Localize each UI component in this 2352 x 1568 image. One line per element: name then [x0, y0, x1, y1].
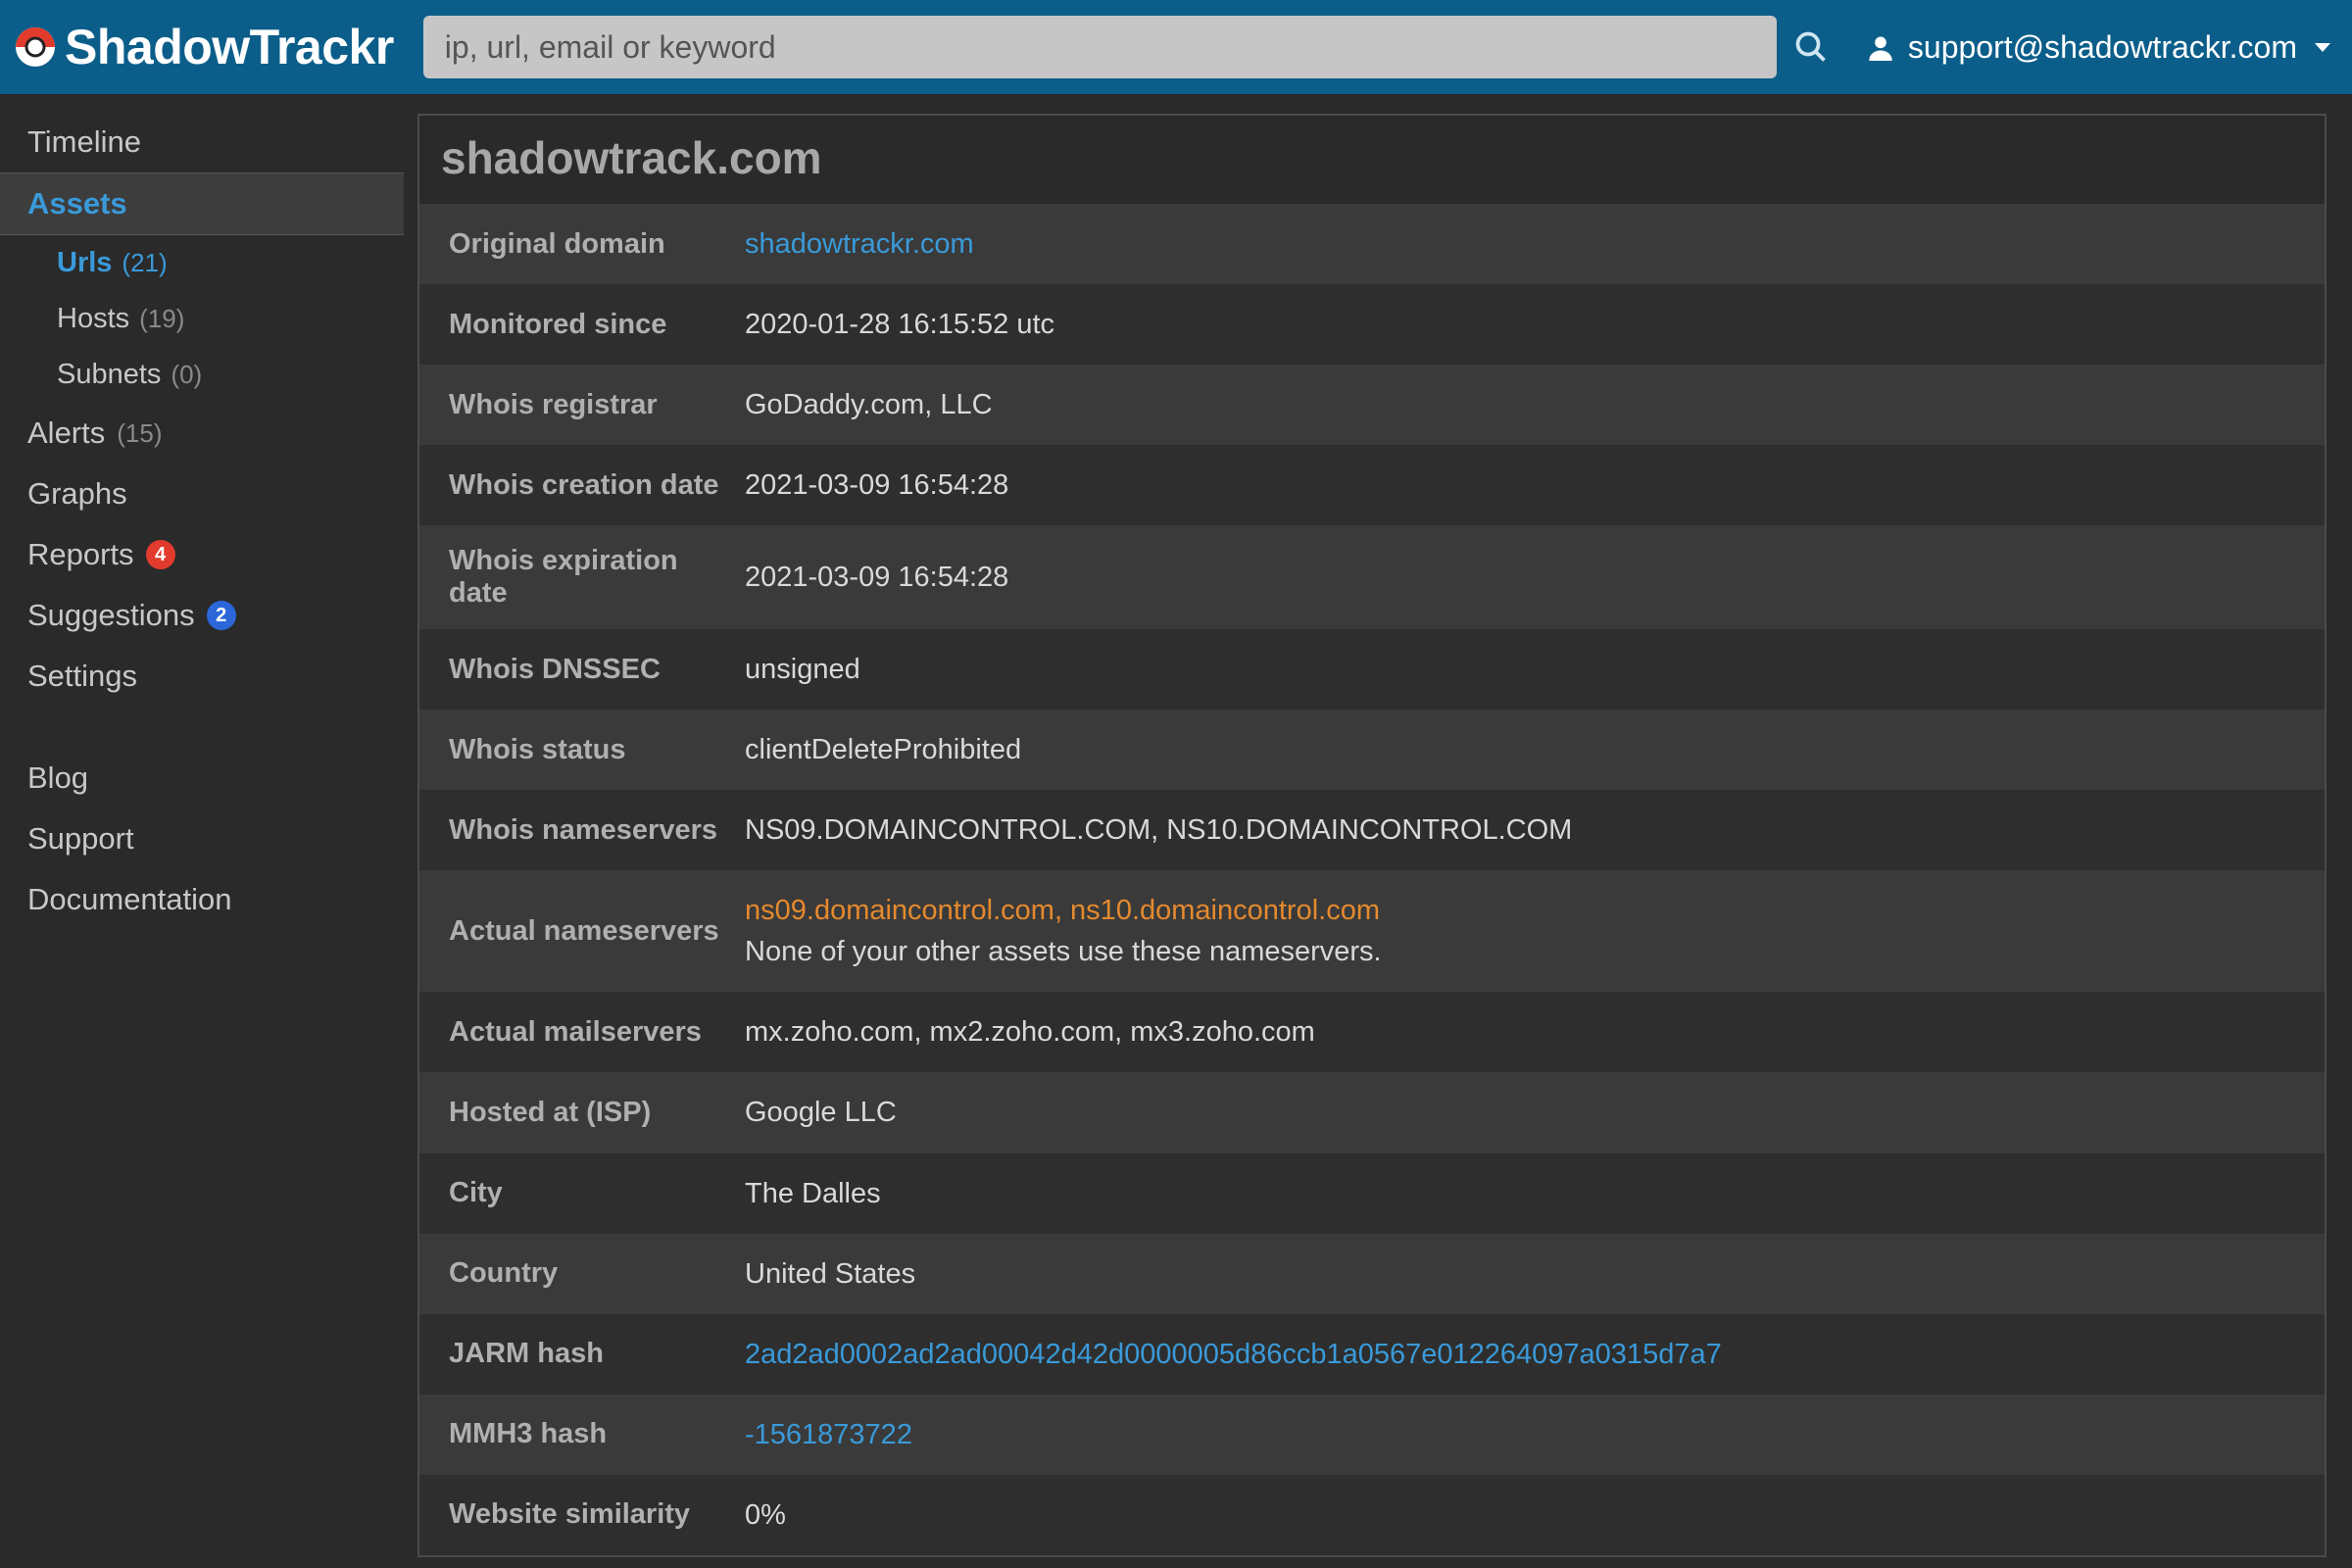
row-value: Google LLC [735, 1072, 2325, 1152]
actual-nameservers-note: None of your other assets use these name… [745, 936, 1382, 967]
sidebar-sub-label: Urls [57, 247, 112, 279]
row-whois-registrar: Whois registrar GoDaddy.com, LLC [419, 365, 2325, 445]
row-label: Actual mailservers [419, 997, 735, 1068]
topbar: ShadowTrackr support@shadowtrackr.com [0, 0, 2352, 94]
row-label: MMH3 hash [419, 1398, 735, 1470]
badge-suggestions: 2 [207, 601, 236, 630]
sidebar-item-label: Suggestions [27, 598, 195, 633]
sidebar-item-suggestions[interactable]: Suggestions 2 [0, 585, 404, 646]
brand-name: ShadowTrackr [65, 19, 394, 75]
actual-nameservers-link[interactable]: ns09.domaincontrol.com, ns10.domaincontr… [745, 895, 1380, 926]
sidebar-item-support[interactable]: Support [0, 808, 404, 869]
sidebar-item-label: Alerts [27, 416, 105, 451]
row-label: Whois registrar [419, 369, 735, 441]
row-value: NS09.DOMAINCONTROL.COM, NS10.DOMAINCONTR… [735, 790, 2325, 870]
row-label: Actual nameservers [419, 896, 735, 967]
user-menu[interactable]: support@shadowtrackr.com [1867, 29, 2334, 66]
row-whois-creation: Whois creation date 2021-03-09 16:54:28 [419, 445, 2325, 525]
sidebar-sub-label: Subnets [57, 359, 161, 391]
row-label: Whois nameservers [419, 795, 735, 866]
row-hosted-at: Hosted at (ISP) Google LLC [419, 1072, 2325, 1152]
sidebar-item-assets[interactable]: Assets [0, 172, 404, 235]
row-label: JARM hash [419, 1318, 735, 1390]
row-label: Website similarity [419, 1479, 735, 1550]
row-value: unsigned [735, 629, 2325, 710]
row-value: United States [735, 1234, 2325, 1314]
sidebar-sub-label: Hosts [57, 303, 129, 335]
row-value: clientDeleteProhibited [735, 710, 2325, 790]
row-monitored-since: Monitored since 2020-01-28 16:15:52 utc [419, 284, 2325, 365]
search-icon [1793, 29, 1829, 65]
row-whois-status: Whois status clientDeleteProhibited [419, 710, 2325, 790]
row-label: Monitored since [419, 289, 735, 361]
user-icon [1867, 33, 1894, 61]
row-label: Whois status [419, 714, 735, 786]
sidebar-sub-count: (19) [139, 304, 184, 334]
sidebar-sub-count: (0) [171, 360, 202, 390]
row-whois-nameservers: Whois nameservers NS09.DOMAINCONTROL.COM… [419, 790, 2325, 870]
sidebar-item-alerts[interactable]: Alerts (15) [0, 403, 404, 464]
row-label: Whois creation date [419, 450, 735, 521]
row-original-domain: Original domain shadowtrackr.com [419, 204, 2325, 284]
row-value: GoDaddy.com, LLC [735, 365, 2325, 445]
row-label: City [419, 1157, 735, 1229]
sidebar-item-documentation[interactable]: Documentation [0, 869, 404, 930]
row-country: Country United States [419, 1234, 2325, 1314]
user-email: support@shadowtrackr.com [1908, 29, 2297, 66]
brand-logo[interactable]: ShadowTrackr [14, 19, 394, 75]
page-title: shadowtrack.com [419, 116, 2325, 204]
row-jarm-hash: JARM hash 2ad2ad0002ad2ad00042d42d000000… [419, 1314, 2325, 1395]
row-value: The Dalles [735, 1153, 2325, 1234]
search-wrap [423, 16, 1845, 78]
sidebar-sub-hosts[interactable]: Hosts (19) [0, 291, 404, 347]
row-value: 2021-03-09 16:54:28 [735, 537, 2325, 617]
sidebar: Timeline Assets Urls (21) Hosts (19) Sub… [0, 94, 404, 1568]
sidebar-item-graphs[interactable]: Graphs [0, 464, 404, 524]
row-label: Whois DNSSEC [419, 634, 735, 706]
mmh3-hash-link[interactable]: -1561873722 [745, 1419, 912, 1450]
row-city: City The Dalles [419, 1153, 2325, 1234]
row-label: Country [419, 1238, 735, 1309]
sidebar-item-reports[interactable]: Reports 4 [0, 524, 404, 585]
sidebar-sub-urls[interactable]: Urls (21) [0, 235, 404, 291]
row-whois-dnssec: Whois DNSSEC unsigned [419, 629, 2325, 710]
row-value: 2021-03-09 16:54:28 [735, 445, 2325, 525]
row-website-similarity: Website similarity 0% [419, 1475, 2325, 1555]
badge-reports: 4 [146, 540, 175, 569]
details-table: Original domain shadowtrackr.com Monitor… [419, 204, 2325, 1555]
row-label: Original domain [419, 209, 735, 280]
logo-icon [14, 25, 57, 69]
row-label: Hosted at (ISP) [419, 1077, 735, 1149]
row-whois-expiration: Whois expiration date 2021-03-09 16:54:2… [419, 525, 2325, 629]
sidebar-sub-count: (21) [122, 248, 167, 278]
sidebar-sub-subnets[interactable]: Subnets (0) [0, 347, 404, 403]
sidebar-item-timeline[interactable]: Timeline [0, 112, 404, 172]
chevron-down-icon [2311, 35, 2334, 59]
row-actual-nameservers: Actual nameservers ns09.domaincontrol.co… [419, 870, 2325, 992]
row-actual-mailservers: Actual mailservers mx.zoho.com, mx2.zoho… [419, 992, 2325, 1072]
sidebar-item-label: Reports [27, 537, 134, 572]
main-content: shadowtrack.com Original domain shadowtr… [404, 94, 2352, 1568]
row-value: 2020-01-28 16:15:52 utc [735, 284, 2325, 365]
row-label: Whois expiration date [419, 525, 735, 629]
jarm-hash-link[interactable]: 2ad2ad0002ad2ad00042d42d0000005d86ccb1a0… [745, 1339, 1722, 1370]
row-mmh3-hash: MMH3 hash -1561873722 [419, 1395, 2325, 1475]
sidebar-item-count: (15) [117, 418, 162, 449]
search-input[interactable] [423, 16, 1777, 78]
row-value: mx.zoho.com, mx2.zoho.com, mx3.zoho.com [735, 992, 2325, 1072]
row-value: 0% [735, 1475, 2325, 1555]
search-button[interactable] [1777, 16, 1845, 78]
domain-panel: shadowtrack.com Original domain shadowtr… [417, 114, 2327, 1557]
sidebar-item-blog[interactable]: Blog [0, 748, 404, 808]
sidebar-item-settings[interactable]: Settings [0, 646, 404, 707]
original-domain-link[interactable]: shadowtrackr.com [745, 228, 974, 260]
